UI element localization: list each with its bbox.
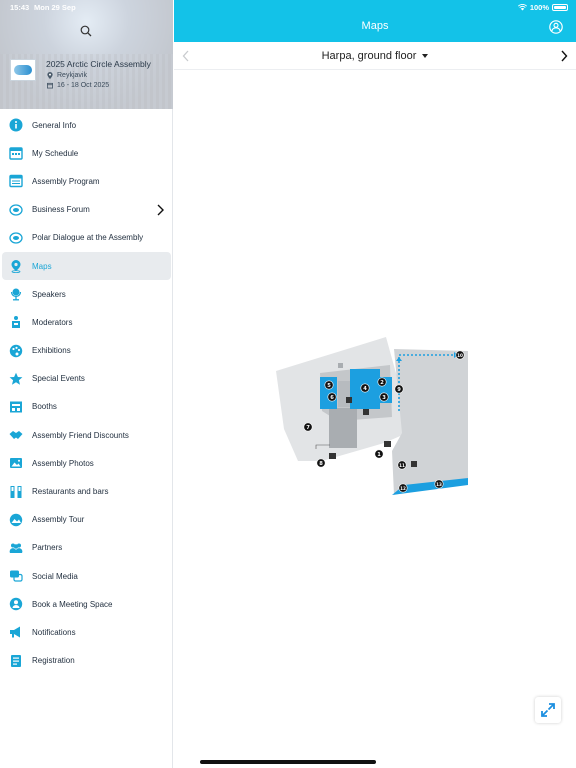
page-title: Maps [361,20,389,32]
battery-text: 100% [529,3,549,12]
event-logo [10,59,36,81]
location-pin-icon [47,72,53,79]
sidebar: 2025 Arctic Circle Assembly Reykjavik 16… [0,0,173,768]
map-side-room [338,381,350,407]
restaurant-icon [9,485,23,499]
sidebar-item-special-events[interactable]: Special Events [0,365,173,393]
floor-dropdown[interactable]: Harpa, ground floor [174,50,576,62]
battery-icon [552,4,568,11]
microphone-icon [9,287,23,301]
expand-map-button[interactable] [535,697,561,723]
caret-down-icon [422,54,429,59]
forum-icon [9,203,23,217]
status-time: 15:43 [10,3,30,12]
sidebar-item-assembly-tour[interactable]: Assembly Tour [0,506,173,534]
sidebar-item-assembly-photos[interactable]: Assembly Photos [0,449,173,477]
event-location: Reykjavik [47,72,87,79]
meeting-icon [9,597,23,611]
sidebar-item-exhibitions[interactable]: Exhibitions [0,337,173,365]
schedule-icon [9,146,23,160]
map-marker-label: 3 [382,395,386,401]
event-header: 2025 Arctic Circle Assembly Reykjavik 16… [0,0,173,109]
map-building-east [392,349,468,495]
status-date: Mon 29 Sep [34,3,76,12]
map-marker-label: 13 [436,482,442,487]
status-right: 100% [517,3,568,12]
dialogue-icon [9,231,23,245]
map-pin-icon [9,259,23,274]
sidebar-item-polar-dialogue[interactable]: Polar Dialogue at the Assembly [0,224,173,252]
map-marker-label: 10 [457,353,463,358]
registration-icon [9,654,23,668]
map-marker-label: 4 [363,386,367,392]
handshake-icon [9,428,23,442]
sidebar-item-notifications[interactable]: Notifications [0,618,173,646]
map-marker-label: 11 [399,463,405,468]
info-icon [9,118,23,132]
expand-icon [541,703,555,717]
palette-icon [9,344,23,358]
sidebar-item-partners[interactable]: Partners [0,534,173,562]
social-icon [9,569,23,583]
event-dates: 16 - 18 Oct 2025 [47,82,109,89]
sidebar-item-my-schedule[interactable]: My Schedule [0,139,173,167]
map-room-dark [329,408,357,448]
sidebar-item-speakers[interactable]: Speakers [0,280,173,308]
chevron-right-icon [157,204,164,216]
map-marker-label: 1 [377,452,381,458]
home-indicator [200,760,376,764]
photo-icon [9,456,23,470]
event-title: 2025 Arctic Circle Assembly [46,59,151,69]
sidebar-item-registration[interactable]: Registration [0,647,173,675]
moderator-icon [9,315,23,329]
map-marker-label: 12 [400,486,406,491]
sidebar-item-business-forum[interactable]: Business Forum [0,196,173,224]
tour-icon [9,513,23,527]
map-marker-label: 2 [380,380,384,386]
sidebar-item-maps[interactable]: Maps [2,251,171,281]
sidebar-item-book-meeting-space[interactable]: Book a Meeting Space [0,590,173,618]
sidebar-item-restaurants[interactable]: Restaurants and bars [0,477,173,505]
profile-icon[interactable] [549,20,563,34]
search-icon[interactable] [80,25,92,37]
map-marker-label: 7 [306,425,310,431]
sidebar-item-social-media[interactable]: Social Media [0,562,173,590]
program-icon [9,174,23,188]
booth-icon [9,400,23,414]
map-marker-label: 9 [397,387,401,393]
sidebar-item-moderators[interactable]: Moderators [0,308,173,336]
map-marker-label: 6 [330,395,334,401]
floor-selector-bar: Harpa, ground floor [174,42,576,70]
status-bar: 15:43 Mon 29 Sep 100% [0,0,576,14]
main-panel: Maps Harpa, ground floor 1 3 4 5 6 7 8 9… [174,0,576,768]
star-icon [9,372,23,386]
sidebar-item-general-info[interactable]: General Info [0,111,173,139]
wifi-icon [517,4,527,11]
sidebar-item-booths[interactable]: Booths [0,393,173,421]
floor-plan-map[interactable]: 13456789101112132 [274,333,472,498]
chevron-right-icon[interactable] [560,50,568,62]
map-marker-label: 8 [319,461,323,467]
map-marker-label: 5 [327,383,331,389]
sidebar-item-friend-discounts[interactable]: Assembly Friend Discounts [0,421,173,449]
sidebar-menu: General Info My Schedule Assembly Progra… [0,111,173,675]
partners-icon [9,541,23,555]
megaphone-icon [9,625,23,639]
sidebar-item-assembly-program[interactable]: Assembly Program [0,167,173,195]
calendar-icon [47,82,53,89]
